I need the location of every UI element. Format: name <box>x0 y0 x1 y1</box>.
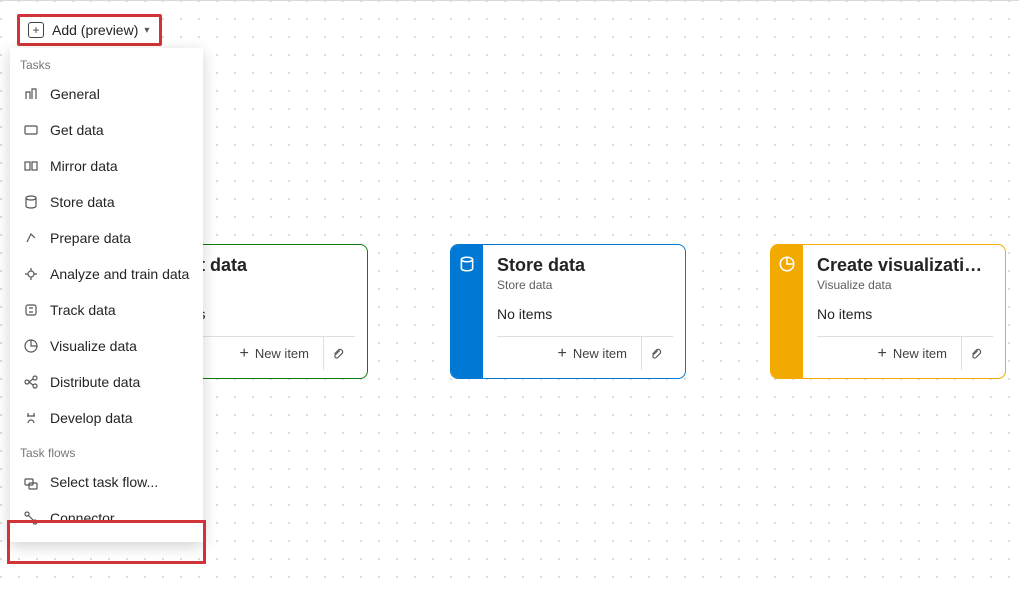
new-item-label: New item <box>573 346 627 361</box>
menu-item-mirror-data[interactable]: Mirror data <box>10 148 203 184</box>
menu-item-distribute-data[interactable]: Distribute data <box>10 364 203 400</box>
card-noitems: No items <box>817 306 993 322</box>
attach-button[interactable] <box>641 337 669 370</box>
menu-item-general[interactable]: General <box>10 76 203 112</box>
card-subtitle: ta <box>179 278 355 292</box>
menu-item-connector[interactable]: Connector <box>10 500 203 536</box>
new-item-button[interactable]: + New item <box>231 342 317 366</box>
card-store-data[interactable]: Store data Store data No items + New ite… <box>450 244 686 379</box>
menu-label: Prepare data <box>50 230 131 246</box>
menu-item-develop-data[interactable]: Develop data <box>10 400 203 436</box>
card-subtitle: Visualize data <box>817 278 993 292</box>
card-noitems: No items <box>497 306 673 322</box>
distribute-icon <box>22 373 40 391</box>
card-noitems: ems <box>179 306 355 322</box>
connector-icon <box>22 509 40 527</box>
section-taskflows-label: Task flows <box>10 436 203 464</box>
new-item-button[interactable]: + New item <box>869 342 955 366</box>
attach-icon <box>649 347 663 361</box>
plus-box-icon: + <box>28 22 44 38</box>
visualize-icon <box>22 337 40 355</box>
menu-item-prepare-data[interactable]: Prepare data <box>10 220 203 256</box>
analyze-icon <box>22 265 40 283</box>
menu-label: Connector <box>50 510 115 526</box>
select-flow-icon <box>22 473 40 491</box>
menu-item-store-data[interactable]: Store data <box>10 184 203 220</box>
menu-label: Distribute data <box>50 374 140 390</box>
menu-label: Get data <box>50 122 104 138</box>
attach-icon <box>969 347 983 361</box>
attach-button[interactable] <box>323 337 351 370</box>
get-data-icon <box>22 121 40 139</box>
menu-label: Track data <box>50 302 116 318</box>
top-divider <box>0 0 1019 1</box>
card-title: ect data <box>179 255 355 276</box>
menu-label: General <box>50 86 100 102</box>
new-item-label: New item <box>893 346 947 361</box>
mirror-data-icon <box>22 157 40 175</box>
add-button-label: Add (preview) <box>52 22 138 38</box>
plus-icon: + <box>877 346 886 362</box>
menu-item-visualize-data[interactable]: Visualize data <box>10 328 203 364</box>
menu-item-get-data[interactable]: Get data <box>10 112 203 148</box>
menu-label: Select task flow... <box>50 474 158 490</box>
pie-chart-icon <box>778 255 796 273</box>
chevron-down-icon: ▾ <box>144 25 149 36</box>
card-title: Store data <box>497 255 673 276</box>
card-stripe <box>451 245 483 378</box>
section-tasks-label: Tasks <box>10 48 203 76</box>
new-item-button[interactable]: + New item <box>549 342 635 366</box>
menu-label: Develop data <box>50 410 133 426</box>
plus-icon: + <box>239 346 248 362</box>
database-icon <box>458 255 476 273</box>
card-create-visualizations[interactable]: Create visualizations Visualize data No … <box>770 244 1006 379</box>
prepare-data-icon <box>22 229 40 247</box>
card-subtitle: Store data <box>497 278 673 292</box>
store-data-icon <box>22 193 40 211</box>
card-title: Create visualizations <box>817 255 993 276</box>
menu-label: Visualize data <box>50 338 137 354</box>
card-stripe <box>771 245 803 378</box>
attach-icon <box>331 347 345 361</box>
plus-icon: + <box>557 346 566 362</box>
add-dropdown: Tasks General Get data Mirror data <box>10 48 203 542</box>
add-button[interactable]: + Add (preview) ▾ <box>17 14 162 46</box>
menu-item-analyze[interactable]: Analyze and train data <box>10 256 203 292</box>
menu-label: Analyze and train data <box>50 266 189 282</box>
menu-label: Mirror data <box>50 158 118 174</box>
new-item-label: New item <box>255 346 309 361</box>
menu-item-track-data[interactable]: Track data <box>10 292 203 328</box>
develop-icon <box>22 409 40 427</box>
menu-item-select-task-flow[interactable]: Select task flow... <box>10 464 203 500</box>
menu-label: Store data <box>50 194 115 210</box>
track-data-icon <box>22 301 40 319</box>
general-icon <box>22 85 40 103</box>
attach-button[interactable] <box>961 337 989 370</box>
